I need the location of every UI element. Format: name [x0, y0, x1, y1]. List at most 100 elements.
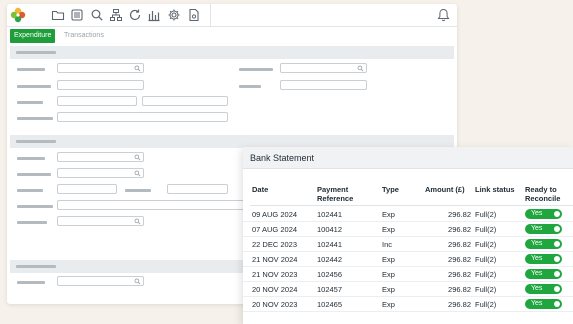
toggle-knob [554, 301, 560, 307]
table-row[interactable]: 20 NOV 2024 102457 Exp 296.82 Full(2) Yes [243, 282, 573, 297]
toggle-knob [554, 286, 560, 292]
cell-date: 21 NOV 2023 [252, 270, 298, 279]
cell-date: 21 NOV 2024 [252, 255, 298, 264]
ready-to-reconcile-toggle[interactable]: Yes [525, 284, 562, 294]
ready-to-reconcile-toggle[interactable]: Yes [525, 254, 562, 264]
search-icon [357, 65, 364, 72]
toggle-label: Yes [531, 240, 543, 247]
cell-type: Exp [382, 300, 395, 309]
column-header-amount[interactable]: Amount (£) [425, 185, 465, 194]
cell-type: Exp [382, 225, 395, 234]
header-divider [250, 205, 573, 206]
cell-amount: 296.82 [448, 285, 471, 294]
cell-amount: 296.82 [448, 225, 471, 234]
field-label [239, 68, 273, 71]
search-input[interactable] [57, 216, 144, 226]
toggle-knob [554, 256, 560, 262]
search-icon [134, 170, 141, 177]
section-header [10, 46, 454, 59]
ready-to-reconcile-toggle[interactable]: Yes [525, 299, 562, 309]
column-header-date[interactable]: Date [252, 185, 268, 194]
date-input[interactable] [167, 184, 228, 194]
table-row[interactable]: 07 AUG 2024 100412 Exp 296.82 Full(2) Yes [243, 222, 573, 237]
column-header-link-status[interactable]: Link status [475, 185, 515, 194]
toggle-label: Yes [531, 300, 543, 307]
cell-amount: 296.82 [448, 300, 471, 309]
cell-payment-reference: 102441 [317, 240, 343, 249]
ready-to-reconcile-toggle[interactable]: Yes [525, 269, 562, 279]
flower-logo-icon[interactable] [10, 7, 26, 23]
field-label [17, 173, 51, 176]
folder-icon[interactable] [51, 8, 65, 22]
text-input[interactable] [57, 200, 247, 210]
toggle-knob [554, 271, 560, 277]
tab-transactions[interactable]: Transactions [60, 29, 108, 43]
search-icon [134, 278, 141, 285]
field-label [17, 205, 53, 208]
ready-to-reconcile-toggle[interactable]: Yes [525, 224, 562, 234]
column-header-ready-line2[interactable]: Reconcile [525, 194, 560, 203]
bar-chart-icon[interactable] [147, 8, 161, 22]
column-header-type[interactable]: Type [382, 185, 399, 194]
toggle-label: Yes [531, 255, 543, 262]
sitemap-icon[interactable] [109, 8, 123, 22]
field-label [17, 117, 53, 120]
cell-type: Exp [382, 255, 395, 264]
search-input[interactable] [57, 63, 144, 73]
cell-link-status: Full(2) [475, 225, 497, 234]
refresh-icon[interactable] [128, 8, 142, 22]
search-input[interactable] [57, 152, 144, 162]
field-label [17, 85, 51, 88]
table-row[interactable]: 09 AUG 2024 102441 Exp 296.82 Full(2) Yes [243, 207, 573, 222]
cell-type: Exp [382, 270, 395, 279]
toggle-label: Yes [531, 210, 543, 217]
table-row[interactable]: 21 NOV 2024 102442 Exp 296.82 Full(2) Yes [243, 252, 573, 267]
field-label [125, 189, 151, 192]
cell-type: Exp [382, 210, 395, 219]
field-label [17, 101, 43, 104]
stack-icon[interactable] [70, 8, 84, 22]
cell-date: 09 AUG 2024 [252, 210, 298, 219]
cell-link-status: Full(2) [475, 210, 497, 219]
bank-statement-panel: Bank Statement Date Payment Reference Ty… [243, 147, 573, 324]
search-input[interactable] [57, 276, 144, 286]
column-header-payment-reference-line1[interactable]: Payment [317, 185, 348, 194]
cell-link-status: Full(2) [475, 255, 497, 264]
text-input[interactable] [57, 112, 228, 122]
field-label [239, 85, 261, 88]
cell-amount: 296.82 [448, 255, 471, 264]
search-icon[interactable] [90, 8, 104, 22]
ready-to-reconcile-toggle[interactable]: Yes [525, 209, 562, 219]
cell-link-status: Full(2) [475, 240, 497, 249]
toggle-knob [554, 241, 560, 247]
toolbar [7, 4, 457, 27]
search-input[interactable] [280, 63, 367, 73]
cell-payment-reference: 102456 [317, 270, 343, 279]
gear-icon[interactable] [167, 8, 181, 22]
cell-type: Inc [382, 240, 393, 249]
table-row[interactable]: 21 NOV 2023 102456 Exp 296.82 Full(2) Yes [243, 267, 573, 282]
search-icon [134, 154, 141, 161]
search-input[interactable] [57, 168, 144, 178]
ready-to-reconcile-toggle[interactable]: Yes [525, 239, 562, 249]
cell-amount: 296.82 [448, 240, 471, 249]
panel-title: Bank Statement [250, 153, 315, 163]
toggle-label: Yes [531, 270, 543, 277]
text-input[interactable] [142, 96, 228, 106]
column-header-ready-line1[interactable]: Ready to [525, 185, 557, 194]
table-row[interactable]: 22 DEC 2023 102441 Inc 296.82 Full(2) Yes [243, 237, 573, 252]
text-input[interactable] [280, 80, 367, 90]
date-input[interactable] [57, 184, 117, 194]
bell-icon[interactable] [437, 8, 450, 22]
column-header-payment-reference-line2[interactable]: Reference [317, 194, 353, 203]
cell-link-status: Full(2) [475, 270, 497, 279]
cell-type: Exp [382, 285, 395, 294]
cell-payment-reference: 100412 [317, 225, 343, 234]
cell-payment-reference: 102442 [317, 255, 343, 264]
tab-expenditure[interactable]: Expenditure [10, 29, 56, 43]
cell-payment-reference: 102465 [317, 300, 343, 309]
text-input[interactable] [57, 80, 144, 90]
file-settings-icon[interactable] [187, 8, 201, 22]
text-input[interactable] [57, 96, 137, 106]
table-row[interactable]: 20 NOV 2023 102465 Exp 296.82 Full(2) Yes [243, 297, 573, 312]
